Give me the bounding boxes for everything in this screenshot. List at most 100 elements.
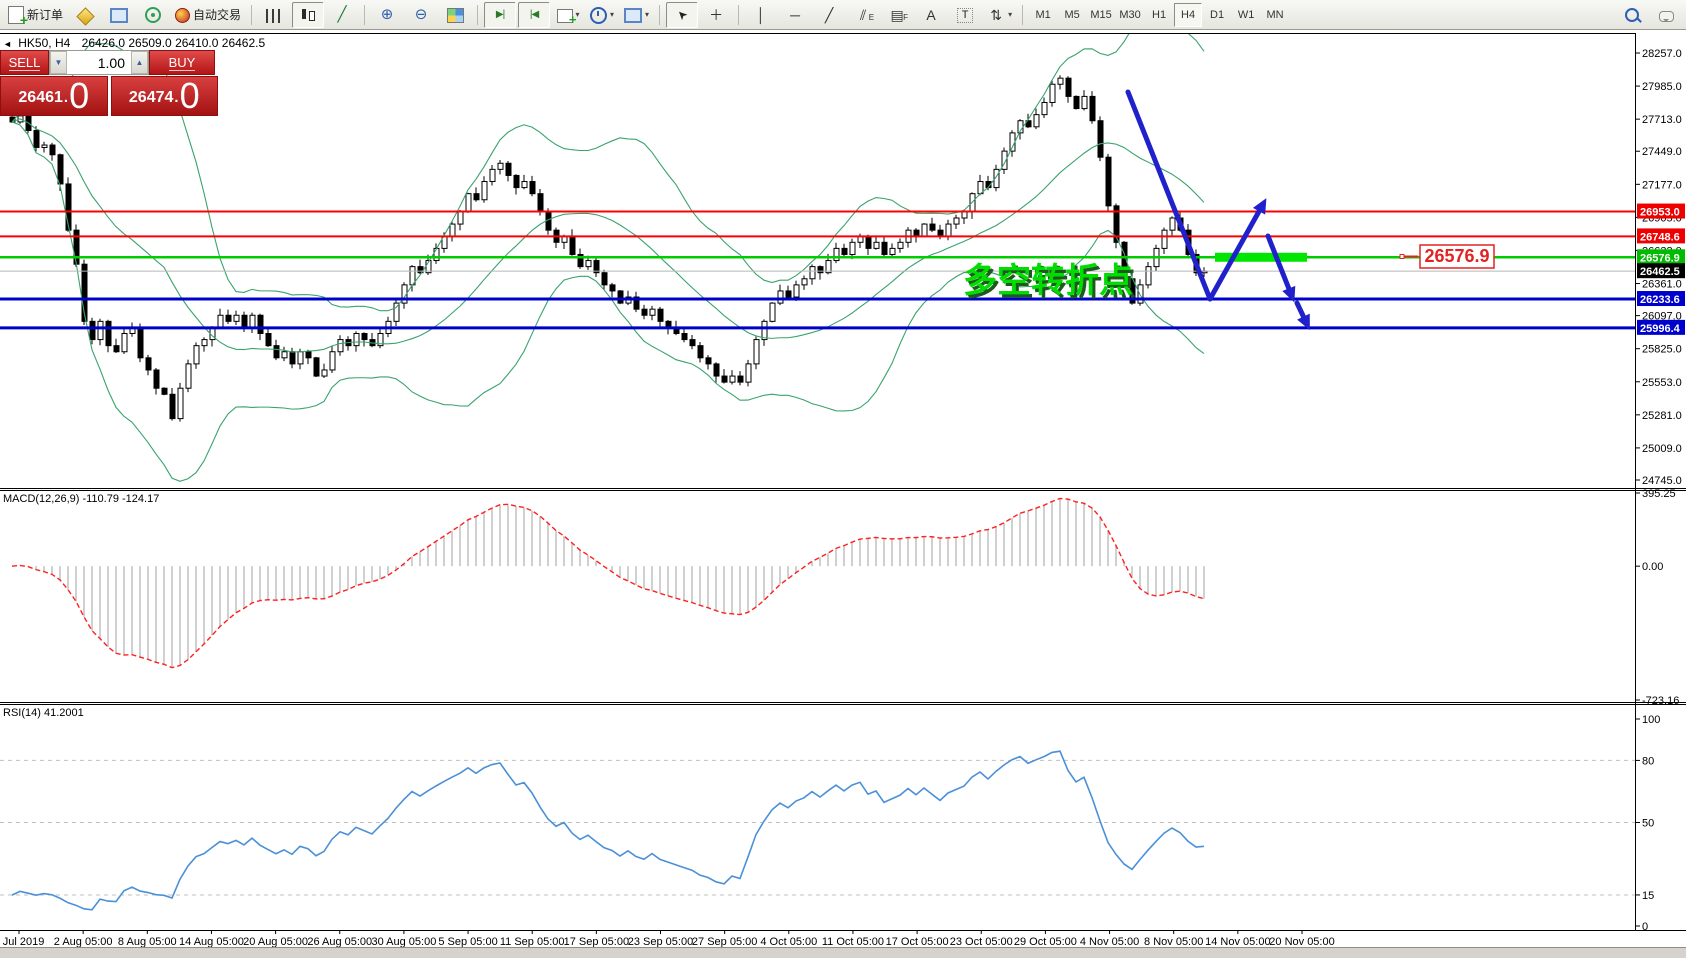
toolbar-separator bbox=[738, 5, 739, 25]
rsi-tick-label: 15 bbox=[1642, 890, 1654, 902]
candle-chart-button[interactable] bbox=[292, 2, 324, 28]
time-axis-label: 4 Nov 05:00 bbox=[1080, 936, 1139, 947]
time-axis-label: 4 Oct 05:00 bbox=[760, 936, 817, 947]
chevron-down-icon: ▾ bbox=[610, 10, 614, 19]
time-axis-label: 20 Nov 05:00 bbox=[1269, 936, 1334, 947]
chart-shift-icon: |◀ bbox=[525, 6, 543, 24]
arrows-button[interactable]: ⇅▾ bbox=[983, 2, 1016, 28]
toolbar-separator bbox=[364, 5, 365, 25]
market-watch-button[interactable] bbox=[103, 2, 135, 28]
timeframe-h4-button[interactable]: H4 bbox=[1174, 3, 1202, 27]
price-callout-text: 26576.9 bbox=[1424, 246, 1489, 266]
sell-price-display[interactable]: 26461.0 bbox=[0, 76, 108, 116]
sell-button[interactable]: SELL bbox=[0, 50, 49, 75]
time-axis-label: 17 Sep 05:00 bbox=[564, 936, 629, 947]
vertical-line-icon: │ bbox=[752, 6, 770, 24]
autotrading-label: 自动交易 bbox=[193, 6, 241, 23]
price-tick-label: 26361.0 bbox=[1642, 279, 1682, 291]
time-axis-label: 8 Aug 05:00 bbox=[118, 936, 177, 947]
time-axis-label: 11 Sep 05:00 bbox=[500, 936, 565, 947]
search-button[interactable] bbox=[1616, 2, 1648, 28]
timeframe-mn-button[interactable]: MN bbox=[1261, 3, 1289, 27]
volume-stepper: ▼ 1.00 ▲ bbox=[49, 50, 149, 75]
zoom-out-icon: ⊖ bbox=[412, 6, 430, 24]
chevron-down-icon: ▾ bbox=[645, 10, 649, 19]
time-axis-label: 27 Sep 05:00 bbox=[692, 936, 757, 947]
vline-button[interactable]: │ bbox=[745, 2, 777, 28]
periods-button[interactable]: ▾ bbox=[586, 2, 618, 28]
cursor-icon: ➤ bbox=[669, 2, 694, 27]
macd-tick-label: 395.25 bbox=[1642, 488, 1676, 500]
line-chart-button[interactable]: ╱ bbox=[326, 2, 358, 28]
data-window-button[interactable] bbox=[137, 2, 169, 28]
price-line-tag-text: 26233.6 bbox=[1640, 294, 1680, 306]
macd-label: MACD(12,26,9) -110.79 -124.17 bbox=[3, 493, 159, 505]
zoom-out-button[interactable]: ⊖ bbox=[405, 2, 437, 28]
timeframe-w1-button[interactable]: W1 bbox=[1232, 3, 1260, 27]
annotation-text[interactable]: 多空转折点 bbox=[963, 262, 1133, 300]
cursor-button[interactable]: ➤ bbox=[666, 2, 698, 28]
time-axis-label: 8 Nov 05:00 bbox=[1144, 936, 1203, 947]
templates-icon bbox=[624, 8, 642, 23]
new-order-icon bbox=[8, 6, 24, 24]
time-axis-label: 26 Aug 05:00 bbox=[307, 936, 372, 947]
time-axis-label: 23 Oct 05:00 bbox=[950, 936, 1013, 947]
time-axis-label: 2 Aug 05:00 bbox=[54, 936, 113, 947]
tile-windows-icon bbox=[447, 8, 464, 23]
volume-input[interactable]: 1.00 bbox=[67, 51, 131, 74]
channel-icon: ⫽E bbox=[854, 6, 872, 24]
chat-button[interactable] bbox=[1650, 2, 1682, 28]
market-watch-icon bbox=[110, 8, 128, 23]
timeframe-d1-button[interactable]: D1 bbox=[1203, 3, 1231, 27]
macd-tick-label: -723.16 bbox=[1642, 695, 1679, 707]
time-axis-label: 14 Aug 05:00 bbox=[179, 936, 244, 947]
channel-button[interactable]: ⫽E bbox=[847, 2, 879, 28]
text-button[interactable]: A bbox=[915, 2, 947, 28]
templates-button[interactable]: ▾ bbox=[620, 2, 653, 28]
text-label-button[interactable]: T bbox=[949, 2, 981, 28]
data-window-icon bbox=[145, 7, 161, 23]
rsi-tick-label: 50 bbox=[1642, 818, 1654, 830]
timeframe-h1-button[interactable]: H1 bbox=[1145, 3, 1173, 27]
volume-decrease-button[interactable]: ▼ bbox=[50, 51, 67, 74]
auto-scroll-button[interactable]: ▶| bbox=[484, 2, 516, 28]
macd-tick-label: 0.00 bbox=[1642, 561, 1663, 573]
price-tick-label: 25825.0 bbox=[1642, 344, 1682, 356]
zoom-in-button[interactable]: ⊕ bbox=[371, 2, 403, 28]
timeframe-m30-button[interactable]: M30 bbox=[1116, 3, 1144, 27]
charts-button[interactable] bbox=[69, 2, 101, 28]
bar-chart-button[interactable] bbox=[258, 2, 290, 28]
trendline-button[interactable]: ╱ bbox=[813, 2, 845, 28]
time-axis-label: 5 Sep 05:00 bbox=[438, 936, 497, 947]
clock-icon bbox=[590, 7, 607, 24]
price-tick-label: 27713.0 bbox=[1642, 114, 1682, 126]
chevron-down-icon: ▾ bbox=[1008, 10, 1012, 19]
price-tick-label: 27449.0 bbox=[1642, 146, 1682, 158]
volume-increase-button[interactable]: ▲ bbox=[131, 51, 148, 74]
price-tick-label: 25553.0 bbox=[1642, 377, 1682, 389]
indicators-icon bbox=[557, 9, 573, 23]
time-axis-label: 17 Oct 05:00 bbox=[886, 936, 949, 947]
bar-chart-icon bbox=[266, 9, 282, 23]
fibonacci-icon: ▤F bbox=[888, 6, 906, 24]
zoom-in-icon: ⊕ bbox=[378, 6, 396, 24]
chart-shift-button[interactable]: |◀ bbox=[518, 2, 550, 28]
hline-button[interactable]: ─ bbox=[779, 2, 811, 28]
buy-button[interactable]: BUY bbox=[149, 50, 215, 75]
autotrading-icon bbox=[175, 8, 190, 23]
symbol-period-label: HK50, H4 bbox=[18, 36, 70, 50]
tile-windows-button[interactable] bbox=[439, 2, 471, 28]
buy-price-display[interactable]: 26474.0 bbox=[111, 76, 219, 116]
crosshair-icon: ＋ bbox=[707, 6, 725, 24]
indicators-button[interactable]: ▾ bbox=[552, 2, 584, 28]
timeframe-m15-button[interactable]: M15 bbox=[1087, 3, 1115, 27]
autotrading-button[interactable]: 自动交易 bbox=[171, 2, 245, 28]
fibonacci-button[interactable]: ▤F bbox=[881, 2, 913, 28]
timeframe-m1-button[interactable]: M1 bbox=[1029, 3, 1057, 27]
timeframe-m5-button[interactable]: M5 bbox=[1058, 3, 1086, 27]
new-order-button[interactable]: 新订单 bbox=[4, 2, 67, 28]
rsi-label: RSI(14) 41.2001 bbox=[3, 707, 84, 719]
crosshair-button[interactable]: ＋ bbox=[700, 2, 732, 28]
line-chart-icon: ╱ bbox=[333, 6, 351, 24]
chart-canvas[interactable]: 多空转折点多空转折点26576.9MACD(12,26,9) -110.79 -… bbox=[0, 30, 1686, 947]
